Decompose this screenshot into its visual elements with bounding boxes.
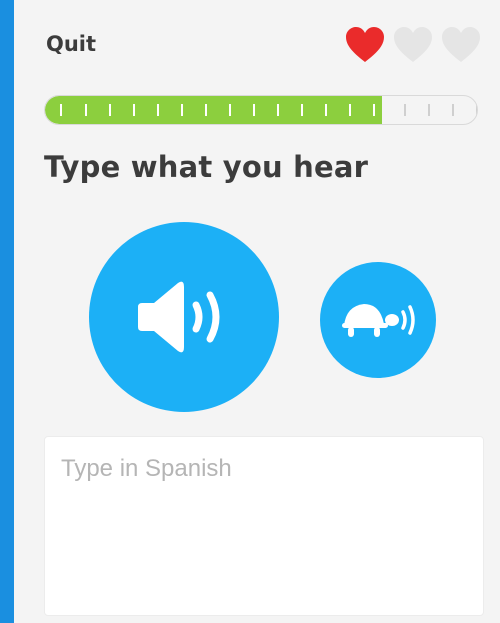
- heart-empty-icon: [394, 27, 432, 62]
- quit-button[interactable]: Quit: [46, 32, 96, 56]
- lesson-screen: Quit Type what you hear: [14, 0, 500, 623]
- play-audio-button[interactable]: [89, 222, 279, 412]
- turtle-icon: [342, 304, 415, 337]
- lesson-progress-bar: [44, 95, 478, 125]
- progress-fill: [45, 96, 382, 124]
- challenge-prompt: Type what you hear: [44, 150, 369, 184]
- slow-audio-button[interactable]: [320, 262, 436, 378]
- answer-input[interactable]: [45, 437, 483, 615]
- answer-box: [44, 436, 484, 616]
- heart-full-icon: [346, 27, 384, 62]
- progress-remaining-ticks: [381, 104, 477, 116]
- progress-ticks: [45, 104, 382, 116]
- speaker-icon: [138, 281, 220, 353]
- heart-empty-icon: [442, 27, 480, 62]
- hearts-indicator: [344, 26, 484, 66]
